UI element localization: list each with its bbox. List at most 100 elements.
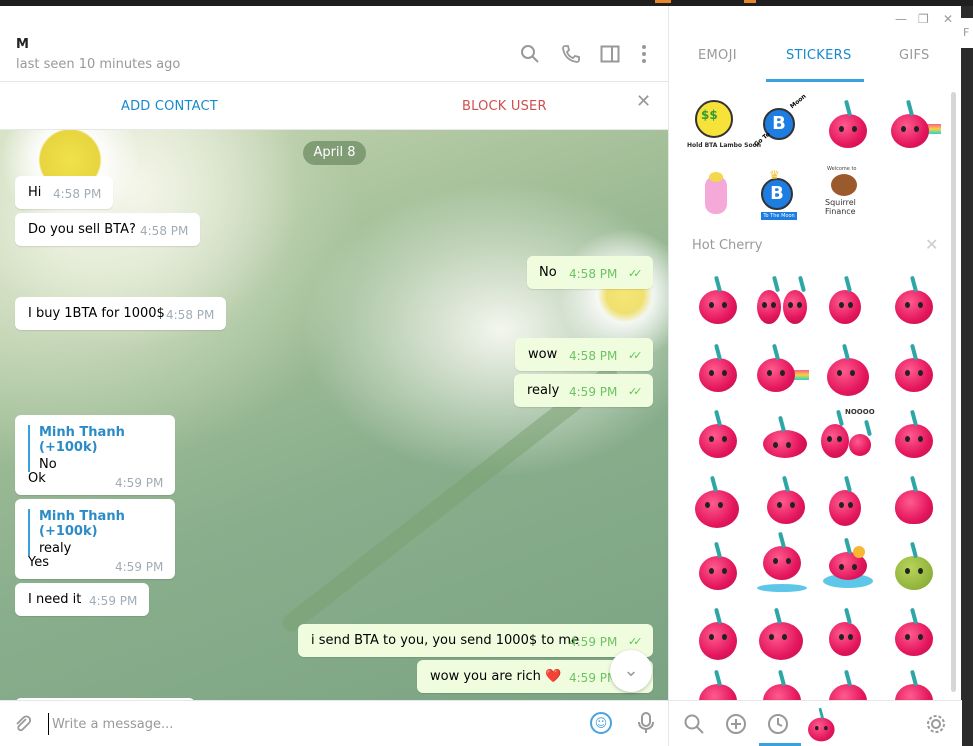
bta-money-sticker[interactable]: $$ Hold BTA Lambo Soon <box>687 96 761 152</box>
message-bubble[interactable]: No 4:58 PM ✓✓ <box>527 256 653 289</box>
message-bubble[interactable]: wow 4:58 PM ✓✓ <box>515 338 653 371</box>
cherry-sticker[interactable] <box>753 272 809 328</box>
cherry-sticker[interactable] <box>689 406 745 462</box>
minimize-icon[interactable]: — <box>895 12 907 26</box>
message-bubble[interactable]: Do you sell BTA? 4:58 PM <box>15 213 200 246</box>
cherry-sticker[interactable] <box>689 472 745 528</box>
peer-status: last seen 10 minutes ago <box>16 57 181 72</box>
cherry-rainbow-sticker[interactable] <box>885 96 941 152</box>
cherry-sticker[interactable] <box>753 666 809 700</box>
cherry-sticker[interactable] <box>819 666 875 700</box>
cherry-sticker[interactable] <box>753 406 809 462</box>
contact-action-bar: ADD CONTACT BLOCK USER ✕ <box>0 82 668 130</box>
reply-author: Minh Thanh (+100k) <box>39 509 125 539</box>
add-stickers-icon[interactable] <box>725 713 747 735</box>
date-separator: April 8 <box>303 141 366 165</box>
message-time: 4:59 PM <box>89 594 138 608</box>
sticker-search-icon[interactable] <box>683 713 705 735</box>
message-bubble[interactable]: Minh Thanh (+100k) realy Yes 4:59 PM <box>15 499 175 579</box>
add-contact-button[interactable]: ADD CONTACT <box>121 99 218 114</box>
panel-tabs: EMOJI STICKERS GIFS <box>669 36 962 82</box>
tray-indicator-2 <box>744 0 756 3</box>
panel-scrollbar[interactable] <box>951 92 956 692</box>
cherry-sticker[interactable] <box>819 604 875 660</box>
emoji-icon[interactable]: ☺ <box>590 712 612 734</box>
message-text: I need it <box>28 592 82 607</box>
message-text: Yes <box>28 555 49 570</box>
tab-emoji[interactable]: EMOJI <box>698 48 737 63</box>
message-bubble[interactable]: Minh Thanh (+100k) No Ok 4:59 PM <box>15 415 175 495</box>
message-time: 4:58 PM <box>140 224 189 238</box>
tray-indicator <box>655 0 671 3</box>
tab-gifs[interactable]: GIFS <box>899 48 930 63</box>
cherry-sticker[interactable] <box>689 538 745 594</box>
cherry-sticker[interactable] <box>885 340 941 396</box>
cherry-sticker[interactable] <box>885 272 941 328</box>
message-time: 4:59 PM <box>569 635 618 649</box>
bitcoin-crown-sticker[interactable]: B ♛ To The Moon <box>751 166 807 222</box>
message-text: realy <box>527 383 560 398</box>
message-text: wow you are rich ❤️ <box>430 669 562 684</box>
unicorn-sticker[interactable] <box>691 166 747 222</box>
phone-icon[interactable] <box>561 44 581 64</box>
cherry-sticker[interactable] <box>753 538 809 594</box>
reply-text: realy <box>39 541 72 556</box>
cherry-sticker[interactable] <box>819 538 875 594</box>
cherry-sticker[interactable] <box>819 472 875 528</box>
cherry-sticker[interactable] <box>819 96 875 152</box>
cherry-sticker[interactable] <box>885 538 941 594</box>
sticker-panel-footer <box>669 700 962 746</box>
hot-cherry-set-icon[interactable] <box>801 705 835 742</box>
message-time: 4:58 PM <box>569 349 618 363</box>
cherry-sticker[interactable]: NOOOO <box>819 406 875 462</box>
block-user-button[interactable]: BLOCK USER <box>462 99 547 114</box>
message-bubble[interactable]: i send BTA to you, you send 1000$ to me … <box>298 624 653 657</box>
reply-quote[interactable]: Minh Thanh (+100k) realy <box>28 509 175 556</box>
tab-stickers[interactable]: STICKERS <box>786 48 852 63</box>
close-window-icon[interactable]: ✕ <box>943 12 953 26</box>
cherry-sticker[interactable] <box>689 340 745 396</box>
close-icon[interactable]: ✕ <box>636 93 652 111</box>
cherry-sticker[interactable] <box>753 472 809 528</box>
cherry-sticker[interactable] <box>753 340 809 396</box>
chat-history[interactable]: April 8 Hi 4:58 PM Do you sell BTA? 4:58… <box>0 130 668 700</box>
cherry-sticker[interactable] <box>689 604 745 660</box>
cherry-sticker[interactable] <box>689 666 745 700</box>
attach-icon[interactable] <box>12 713 32 733</box>
reply-author: Minh Thanh (+100k) <box>39 425 125 455</box>
microphone-icon[interactable] <box>636 711 656 735</box>
message-bubble[interactable]: I buy 1BTA for 1000$ 4:58 PM <box>15 297 226 330</box>
peer-name[interactable]: M <box>16 37 29 52</box>
read-checkmarks-icon: ✓✓ <box>628 349 643 362</box>
cherry-sticker[interactable] <box>689 272 745 328</box>
cherry-sticker[interactable] <box>819 272 875 328</box>
squirrel-finance-sticker[interactable]: Welcome to Squirrel Finance <box>819 166 875 222</box>
sidebar-toggle-icon[interactable] <box>600 44 620 64</box>
message-input[interactable] <box>48 713 568 735</box>
restore-icon[interactable]: ❐ <box>918 12 929 26</box>
search-icon[interactable] <box>520 44 540 64</box>
cherry-sticker[interactable] <box>819 340 875 396</box>
message-time: 4:58 PM <box>166 308 215 322</box>
cherry-sticker[interactable] <box>885 406 941 462</box>
message-time: 4:59 PM <box>115 476 164 490</box>
sticker-set-title: Hot Cherry <box>692 238 763 253</box>
read-checkmarks-icon: ✓✓ <box>628 635 643 648</box>
reply-quote[interactable]: Minh Thanh (+100k) No <box>28 425 175 472</box>
remove-set-icon[interactable]: ✕ <box>925 235 938 254</box>
read-checkmarks-icon: ✓✓ <box>628 385 643 398</box>
emoji-sticker-panel: — ❐ ✕ EMOJI STICKERS GIFS $$ Hold BTA La… <box>668 6 962 746</box>
message-bubble[interactable]: realy 4:59 PM ✓✓ <box>514 374 653 407</box>
message-bubble[interactable]: I need it 4:59 PM <box>15 583 149 616</box>
message-bubble[interactable]: Hi 4:58 PM <box>15 176 113 209</box>
recent-clock-icon[interactable] <box>767 713 789 735</box>
bitcoin-rocket-sticker[interactable]: B Moon Go To <box>751 93 808 152</box>
more-menu-icon[interactable] <box>636 44 656 64</box>
cherry-sticker[interactable] <box>885 666 941 700</box>
gear-icon[interactable] <box>925 713 947 735</box>
cherry-sticker[interactable] <box>753 604 809 660</box>
cherry-sticker[interactable] <box>885 604 941 660</box>
reply-text: No <box>39 457 57 472</box>
cherry-sticker[interactable] <box>885 472 941 528</box>
scroll-to-bottom-button[interactable]: ⌄ <box>610 650 652 692</box>
